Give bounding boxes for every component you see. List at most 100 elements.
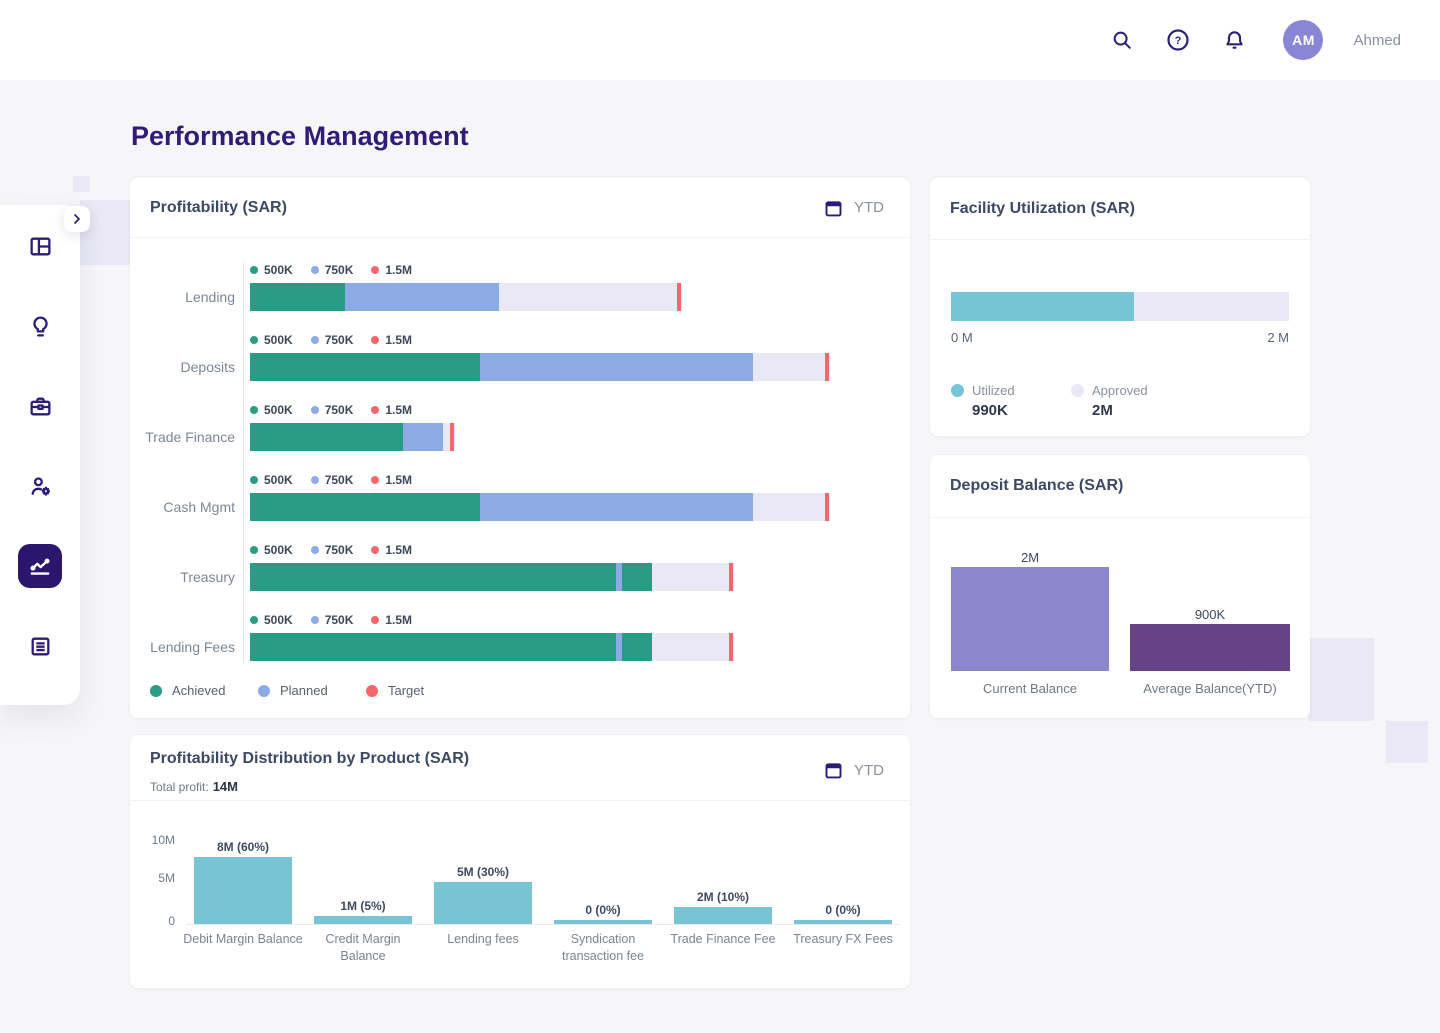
- row-marker: 1.5M: [371, 333, 412, 347]
- bar-value-label: 5M (30%): [423, 865, 543, 879]
- profitability-row: Deposits500K750K1.5M: [140, 333, 900, 403]
- legend-label: Target: [388, 683, 424, 698]
- row-marker-value: 750K: [325, 403, 354, 417]
- avatar[interactable]: AM: [1283, 20, 1323, 60]
- sidebar-item-reports[interactable]: [18, 624, 62, 668]
- row-marker: 750K: [311, 473, 354, 487]
- row-marker: 500K: [250, 473, 293, 487]
- achieved-dot-icon: [250, 406, 258, 414]
- user-settings-icon: [28, 474, 53, 499]
- bar-value-label: 2M: [951, 550, 1109, 565]
- approved-label: Approved: [1092, 383, 1148, 398]
- row-marker: 750K: [311, 263, 354, 277]
- sidebar-item-insights[interactable]: [18, 304, 62, 348]
- bullet-bar: [250, 633, 895, 661]
- approved-stat: Approved 2M: [1071, 383, 1191, 419]
- achieved-dot-icon: [250, 476, 258, 484]
- bar-category-label: Credit Margin Balance: [303, 931, 423, 965]
- planned-dot-icon: [258, 685, 270, 697]
- help-icon[interactable]: ?: [1165, 27, 1191, 53]
- achieved-bar-segment: [622, 563, 652, 591]
- row-marker-value: 500K: [264, 543, 293, 557]
- bar-category-label: Lending fees: [423, 931, 543, 948]
- page-title: Performance Management: [131, 121, 469, 152]
- row-marker-value: 500K: [264, 263, 293, 277]
- y-tick-0: 0: [140, 914, 175, 928]
- decorative-square: [73, 176, 90, 192]
- row-marker: 1.5M: [371, 543, 412, 557]
- utilization-axis-labels: 0 M 2 M: [951, 330, 1289, 345]
- planned-dot-icon: [311, 546, 319, 554]
- approved-dot-icon: [1071, 384, 1084, 397]
- row-marker-value: 500K: [264, 403, 293, 417]
- achieved-bar-segment: [250, 493, 480, 521]
- profitability-rows: Lending500K750K1.5MDeposits500K750K1.5MT…: [140, 263, 900, 683]
- profitability-period-selector[interactable]: YTD: [823, 197, 884, 219]
- profitability-row-label: Lending: [140, 283, 235, 311]
- utilization-max-label: 2 M: [1267, 330, 1289, 345]
- row-marker: 500K: [250, 403, 293, 417]
- sidebar-item-performance[interactable]: [18, 544, 62, 588]
- distribution-title: Profitability Distribution by Product (S…: [150, 750, 469, 768]
- row-marker-value: 500K: [264, 613, 293, 627]
- profitability-row: Trade Finance500K750K1.5M: [140, 403, 900, 473]
- briefcase-icon: [28, 394, 53, 419]
- avatar-initials: AM: [1292, 32, 1315, 48]
- achieved-bar-segment: [250, 633, 616, 661]
- user-name: Ahmed: [1353, 32, 1401, 49]
- distribution-card: Profitability Distribution by Product (S…: [130, 735, 910, 988]
- row-marker-value: 1.5M: [385, 263, 412, 277]
- sidebar-expand-button[interactable]: [64, 206, 90, 232]
- row-marker-value: 1.5M: [385, 473, 412, 487]
- row-marker-legend: 500K 750K 1.5M: [250, 263, 895, 277]
- bullet-bar: [250, 423, 895, 451]
- bullet-bar: [250, 563, 895, 591]
- utilization-bar-fill: [951, 292, 1134, 321]
- top-bar-actions: ? AM Ahmed: [1109, 0, 1401, 80]
- bar-category-label: Syndication transaction fee: [543, 931, 663, 965]
- row-marker-legend: 500K750K1.5M: [250, 543, 895, 557]
- row-marker: 500K: [250, 263, 293, 277]
- profitability-card: Profitability (SAR) YTD Lending500K750K1…: [130, 178, 910, 718]
- row-marker: 750K: [311, 613, 354, 627]
- row-marker-value: 750K: [325, 333, 354, 347]
- distribution-bar: [194, 857, 292, 924]
- utilized-stat: Utilized 990K: [951, 383, 1071, 419]
- sidebar-item-dashboard[interactable]: [18, 224, 62, 268]
- target-marker: [729, 563, 733, 591]
- search-icon[interactable]: [1109, 27, 1135, 53]
- deposit-bar: [951, 567, 1109, 671]
- bullet-bar: [250, 493, 895, 521]
- row-marker-legend: 500K 750K 1.5M: [250, 473, 895, 487]
- planned-bar-segment: [403, 423, 443, 451]
- target-marker: [450, 423, 454, 451]
- achieved-dot-icon: [150, 685, 162, 697]
- target-dot-icon: [371, 616, 379, 624]
- facility-title: Facility Utilization (SAR): [950, 200, 1135, 218]
- y-tick-10m: 10M: [140, 833, 175, 847]
- bar-value-label: 8M (60%): [183, 840, 303, 854]
- legend-item-planned: Planned: [258, 683, 366, 698]
- achieved-dot-icon: [250, 616, 258, 624]
- row-marker-value: 500K: [264, 473, 293, 487]
- target-dot-icon: [371, 476, 379, 484]
- utilization-min-label: 0 M: [951, 330, 973, 345]
- row-marker: 1.5M: [371, 613, 412, 627]
- row-marker: 500K: [250, 543, 293, 557]
- row-marker-legend: 500K 750K 1.5M: [250, 613, 895, 627]
- sidebar-item-portfolio[interactable]: [18, 384, 62, 428]
- profitability-legend: AchievedPlanned Target: [150, 683, 474, 698]
- distribution-period-selector[interactable]: YTD: [823, 759, 884, 781]
- achieved-dot-icon: [250, 266, 258, 274]
- bar-value-label: 1M (5%): [303, 899, 423, 913]
- sidebar-item-user-management[interactable]: [18, 464, 62, 508]
- bar-category-label: Average Balance(YTD): [1130, 681, 1290, 696]
- dashboard-grid-icon: [28, 234, 53, 259]
- notifications-bell-icon[interactable]: [1221, 27, 1247, 53]
- row-marker-value: 1.5M: [385, 543, 412, 557]
- row-marker-legend: 500K750K1.5M: [250, 403, 895, 417]
- row-marker-value: 500K: [264, 333, 293, 347]
- legend-item-achieved: Achieved: [150, 683, 258, 698]
- profitability-row-chart: 500K 750K 1.5M: [250, 473, 895, 521]
- row-marker-legend: 500K 750K 1.5M: [250, 333, 895, 347]
